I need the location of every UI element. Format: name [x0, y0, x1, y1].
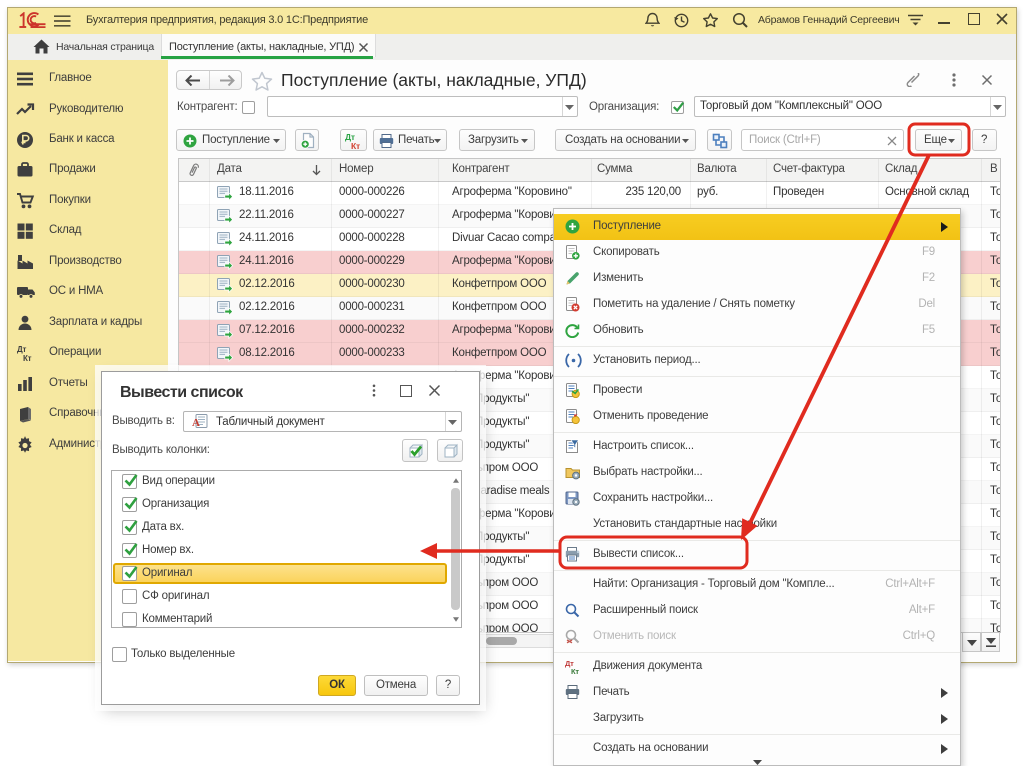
svg-text:Кт: Кт — [23, 354, 32, 363]
svg-text:Кт: Кт — [351, 141, 360, 150]
svg-text:Кт: Кт — [571, 667, 579, 675]
svg-text:A: A — [192, 417, 200, 429]
svg-text:Дт: Дт — [17, 345, 26, 354]
